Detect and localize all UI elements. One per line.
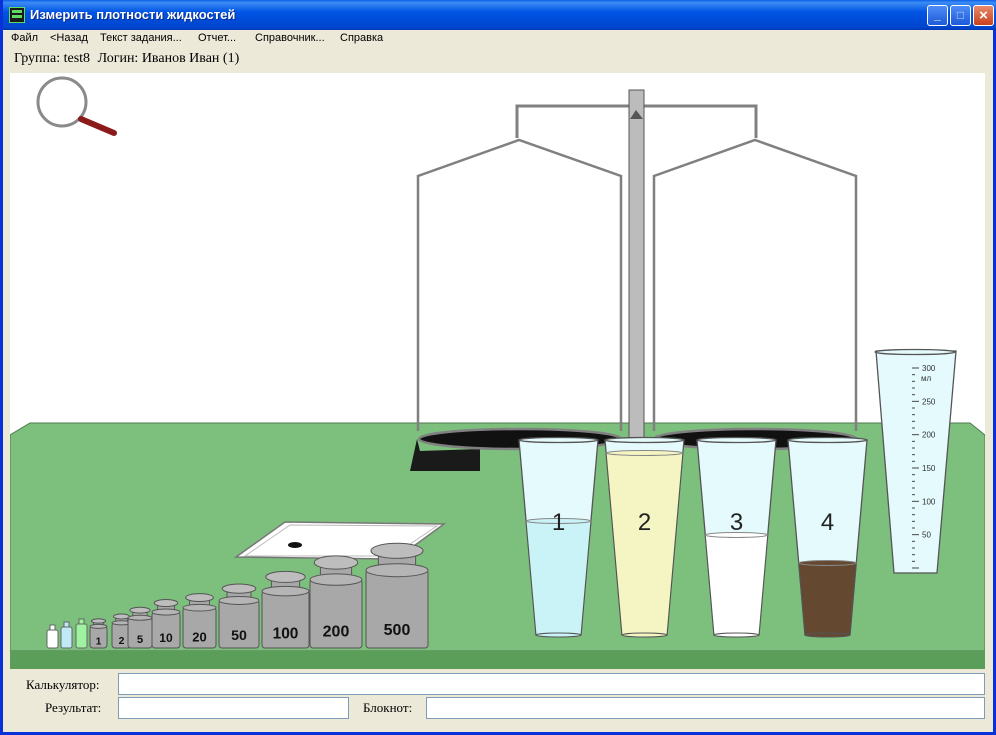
cylinder-tick-label: 50 [922, 531, 931, 540]
weight-label: 20 [192, 629, 206, 644]
weight-label: 50 [231, 628, 247, 644]
notepad-field[interactable] [426, 697, 985, 719]
calculator-label: Калькулятор: [26, 677, 100, 692]
weight-label: 1 [96, 636, 102, 647]
weight-label: 200 [323, 624, 350, 641]
minimize-button[interactable]: _ [927, 5, 948, 26]
menu-reference[interactable]: Справочник... [255, 32, 325, 44]
menu-task-text[interactable]: Текст задания... [100, 32, 182, 44]
weight-label: 10 [159, 631, 173, 645]
cylinder-tick-label: 300 [922, 364, 936, 373]
weight-label: 2 [119, 636, 125, 647]
cylinder-tick-label: 200 [922, 431, 936, 440]
menu-report[interactable]: Отчет... [198, 32, 236, 44]
weight-label: 100 [273, 626, 299, 643]
weight-label: 500 [384, 622, 411, 639]
group-label: Группа: test8 [14, 51, 91, 66]
beaker-label: 1 [552, 509, 565, 536]
cylinder-tick-label: 250 [922, 397, 936, 406]
weight-label: 5 [137, 634, 143, 646]
cylinder-tick-label: 100 [922, 497, 936, 506]
result-label: Результат: [45, 700, 102, 715]
window-title: Измерить плотности жидкостей [30, 7, 236, 22]
beaker-label: 3 [730, 509, 743, 536]
user-info: Группа: test8 Логин: Иванов Иван (1) [14, 51, 239, 67]
lab-scene: 1 2 5 10 20 50 100 200 500 1 2 3 4 мл 300 250 200 150 1… [10, 73, 985, 669]
close-button[interactable]: × [973, 5, 994, 26]
notepad-label: Блокнот: [363, 700, 413, 715]
result-field[interactable] [118, 697, 349, 719]
cylinder-unit: мл [921, 374, 932, 383]
magnifier-icon[interactable] [36, 76, 117, 136]
menu-help[interactable]: Справка [340, 32, 383, 44]
menu-back[interactable]: <Назад [50, 32, 88, 44]
menu-bar: Файл <Назад Текст задания... Отчет... Сп… [6, 30, 996, 48]
table-front-edge [10, 651, 985, 669]
maximize-button[interactable]: □ [950, 5, 971, 26]
app-icon[interactable] [9, 7, 25, 23]
login-label: Логин: Иванов Иван (1) [97, 51, 240, 66]
calculator-field[interactable] [118, 673, 985, 695]
beaker-label: 4 [821, 509, 834, 536]
cylinder-tick-label: 150 [922, 464, 936, 473]
beaker-label: 2 [638, 509, 651, 536]
menu-file[interactable]: Файл [11, 32, 38, 44]
title-bar[interactable]: Измерить плотности жидкостей _ □ × [3, 0, 996, 30]
balance-scale[interactable] [410, 89, 858, 471]
app-window: Измерить плотности жидкостей _ □ × Файл … [0, 0, 996, 735]
